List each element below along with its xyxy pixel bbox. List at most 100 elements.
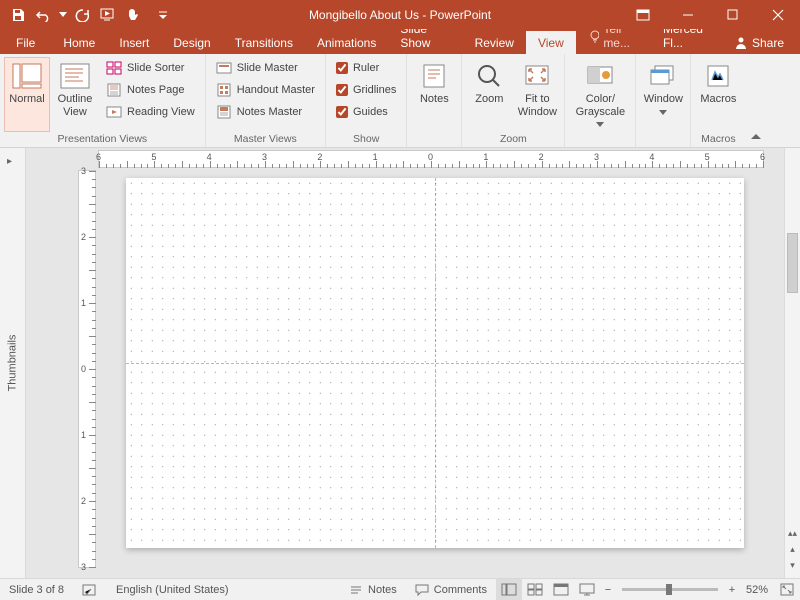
zoom-slider-thumb[interactable] (666, 584, 672, 595)
reading-view-button[interactable]: Reading View (100, 101, 201, 123)
zoom-icon (473, 61, 505, 91)
next-slide-button[interactable]: ▾ (785, 560, 800, 576)
touch-mouse-mode-icon[interactable] (122, 3, 146, 27)
tab-design[interactable]: Design (161, 31, 222, 54)
reading-view-icon (106, 104, 122, 120)
slide-master-icon (216, 60, 232, 76)
spellcheck-icon (82, 583, 98, 597)
gridlines-checkbox[interactable]: Gridlines (330, 79, 402, 101)
normal-view-icon (11, 61, 43, 91)
share-button[interactable]: Share (724, 32, 794, 54)
zoom-slider[interactable] (622, 588, 718, 591)
start-from-beginning-icon[interactable] (96, 3, 120, 27)
status-bar: Slide 3 of 8 English (United States) Not… (0, 578, 800, 600)
slide-sorter-button[interactable]: Slide Sorter (100, 57, 201, 79)
save-icon[interactable] (6, 3, 30, 27)
undo-icon[interactable] (32, 3, 56, 27)
tab-view[interactable]: View (526, 31, 576, 54)
window-button[interactable]: Window (640, 57, 686, 132)
tab-insert[interactable]: Insert (107, 31, 161, 54)
tab-review[interactable]: Review (463, 31, 526, 54)
ruler-checkbox[interactable]: Ruler (330, 57, 402, 79)
ribbon-display-options-icon[interactable] (620, 0, 665, 29)
slideshow-status-button[interactable] (574, 579, 600, 600)
quick-access-toolbar (0, 3, 170, 27)
guides-checkbox[interactable]: Guides (330, 101, 402, 123)
slide-canvas-zone: 6543210123456 3210123 (26, 148, 784, 578)
group-macros: Macros Macros (691, 54, 745, 147)
comments-toggle[interactable]: Comments (406, 579, 496, 600)
language-status[interactable]: English (United States) (107, 579, 238, 600)
spell-check-status[interactable] (73, 579, 107, 600)
vertical-ruler[interactable]: 3210123 (78, 170, 96, 568)
redo-icon[interactable] (70, 3, 94, 27)
minimize-button[interactable] (665, 0, 710, 29)
group-zoom: Zoom Fit to Window Zoom (462, 54, 565, 147)
tab-home[interactable]: Home (51, 31, 107, 54)
slide-canvas[interactable] (126, 178, 744, 548)
tab-transitions[interactable]: Transitions (223, 31, 305, 54)
lightbulb-icon (588, 29, 600, 43)
slide-number-status[interactable]: Slide 3 of 8 (0, 579, 73, 600)
undo-dropdown-icon[interactable] (58, 3, 68, 27)
handout-master-button[interactable]: Handout Master (210, 79, 321, 101)
thumbnails-label: Thumbnails (7, 335, 19, 392)
window-icon (647, 61, 679, 91)
notes-master-button[interactable]: Notes Master (210, 101, 321, 123)
maximize-button[interactable] (710, 0, 755, 29)
window-controls (620, 0, 800, 29)
ribbon: Normal Outline View Slide Sorter Notes P… (0, 54, 800, 148)
normal-view-status-button[interactable] (496, 579, 522, 600)
fit-to-window-button[interactable]: Fit to Window (514, 57, 560, 132)
zoom-level[interactable]: 52% (740, 579, 774, 600)
zoom-button[interactable]: Zoom (466, 57, 512, 132)
slide-master-button[interactable]: Slide Master (210, 57, 321, 79)
fit-to-window-icon (521, 61, 553, 91)
notes-page-button[interactable]: Notes Page (100, 79, 201, 101)
close-button[interactable] (755, 0, 800, 29)
comments-icon (415, 584, 429, 596)
tab-animations[interactable]: Animations (305, 31, 388, 54)
normal-view-button[interactable]: Normal (4, 57, 50, 132)
notes-status-icon (349, 584, 363, 596)
macros-icon (702, 61, 734, 91)
notes-button[interactable]: Notes (411, 57, 457, 132)
ribbon-tabs: File Home Insert Design Transitions Anim… (0, 29, 800, 54)
tab-file[interactable]: File (0, 31, 51, 54)
editing-area: ▸ Thumbnails 6543210123456 3210123 ▴▴ ▴ … (0, 148, 800, 578)
vertical-scrollbar[interactable]: ▴▴ ▴ ▾ (784, 148, 800, 578)
notes-toggle[interactable]: Notes (340, 579, 406, 600)
scroll-up-button[interactable]: ▴ (785, 544, 800, 560)
group-notes: Notes (407, 54, 462, 147)
scrollbar-thumb[interactable] (787, 233, 798, 293)
color-grayscale-button[interactable]: Color/ Grayscale (569, 57, 631, 135)
slide-sorter-status-button[interactable] (522, 579, 548, 600)
collapse-ribbon-button[interactable] (745, 54, 767, 147)
group-color-grayscale: Color/ Grayscale (565, 54, 636, 147)
notes-icon (418, 61, 450, 91)
zoom-in-button[interactable]: + (724, 584, 740, 596)
handout-master-icon (216, 82, 232, 98)
reading-view-status-button[interactable] (548, 579, 574, 600)
color-grayscale-icon (584, 61, 616, 91)
group-window: Window (636, 54, 691, 147)
title-bar: Mongibello About Us - PowerPoint (0, 0, 800, 29)
horizontal-ruler[interactable]: 6543210123456 (98, 150, 764, 168)
group-master-views: Slide Master Handout Master Notes Master… (206, 54, 326, 147)
group-presentation-views: Normal Outline View Slide Sorter Notes P… (0, 54, 206, 147)
notes-page-icon (106, 82, 122, 98)
qat-customize-dropdown-icon[interactable] (156, 3, 170, 27)
macros-button[interactable]: Macros (695, 57, 741, 132)
horizontal-guide[interactable] (126, 363, 744, 364)
thumbnails-pane-collapsed[interactable]: ▸ Thumbnails (0, 148, 26, 578)
expand-thumbnails-icon[interactable]: ▸ (7, 156, 12, 167)
fit-to-window-status-button[interactable] (774, 579, 800, 600)
slide-sorter-icon (106, 60, 122, 76)
notes-master-icon (216, 104, 232, 120)
outline-view-icon (59, 61, 91, 91)
share-icon (734, 36, 748, 50)
previous-slide-button[interactable]: ▴▴ (785, 528, 800, 544)
outline-view-button[interactable]: Outline View (52, 57, 98, 132)
zoom-out-button[interactable]: − (600, 584, 616, 596)
group-show: Ruler Gridlines Guides Show (326, 54, 407, 147)
